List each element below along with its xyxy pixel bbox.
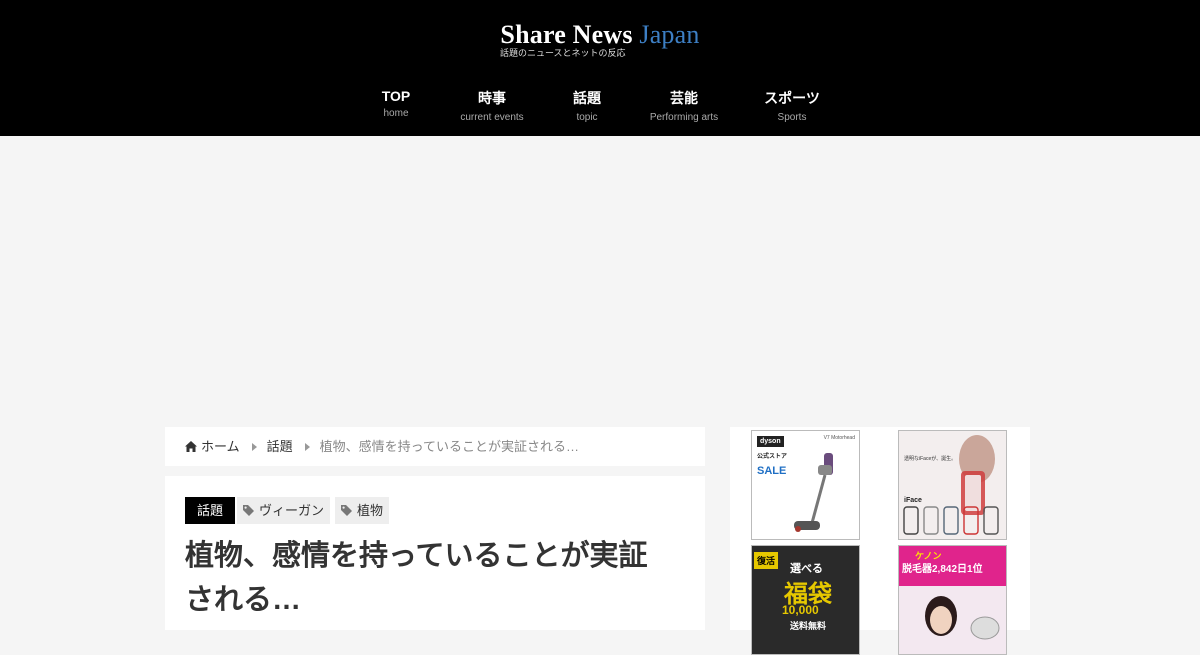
ad-banner-hair-removal[interactable]: ケノン 脱毛器2,842日1位 [898,545,1007,655]
caret-right-icon [304,442,310,451]
ranking-label: 脱毛器2,842日1位 [902,564,983,575]
breadcrumb-home-label: ホーム [201,439,240,454]
site-header: Share News Japan 話題のニュースとネットの反応 TOP home… [0,0,1200,136]
tag-icon [341,505,353,516]
breadcrumb: ホーム 話題 植物、感情を持っていることが実証される… [165,427,705,466]
ad-placeholder [0,136,1200,426]
category-label[interactable]: 話題 [185,497,236,524]
price-label: 10,000 [782,603,819,617]
home-icon [185,441,197,452]
caret-right-icon [251,442,257,451]
nav-sublabel: Sports [777,112,807,123]
tag-plant[interactable]: 植物 [335,497,390,524]
breadcrumb-category-link[interactable]: 話題 [267,427,293,466]
tag-vegan[interactable]: ヴィーガン [237,497,331,524]
logo-title-accent: Japan [639,20,700,49]
sidebar-ads: dyson V7 Motorhead 公式ストア SALE 透明なiFaceが、… [730,427,1030,655]
revival-badge: 復活 [754,552,779,569]
free-shipping-label: 送料無料 [790,621,827,631]
ad-banner-iface[interactable]: 透明なiFaceが、誕生。 iFace [898,430,1007,540]
logo-title-main: Share News [500,20,640,49]
nav-item-sports[interactable]: スポーツ Sports [722,88,862,123]
article-title: 植物、感情を持っていることが実証される… [185,540,648,616]
nav-label: スポーツ [764,90,820,106]
ad-banner-lucky-bag[interactable]: 復活 選べる 福袋 10,000 送料無料 [751,545,860,655]
article-header: 話題 ヴィーガン 植物 植物、感情を持っていることが実証される… [165,476,705,630]
article-tags: 話題 ヴィーガン 植物 [185,497,394,524]
breadcrumb-home-link[interactable]: ホーム [185,427,240,466]
tag-icon [243,505,255,516]
ad-banner-dyson[interactable]: dyson V7 Motorhead 公式ストア SALE [751,430,860,540]
iface-logo: iFace [904,497,922,504]
vacuum-cleaner-image [794,453,833,532]
phone-case-image [903,435,999,535]
logo-tagline: 話題のニュースとネットの反応 [500,49,626,59]
tag-label: ヴィーガン [259,503,325,518]
tag-label: 植物 [357,503,384,518]
breadcrumb-current: 植物、感情を持っていることが実証される… [319,439,579,454]
